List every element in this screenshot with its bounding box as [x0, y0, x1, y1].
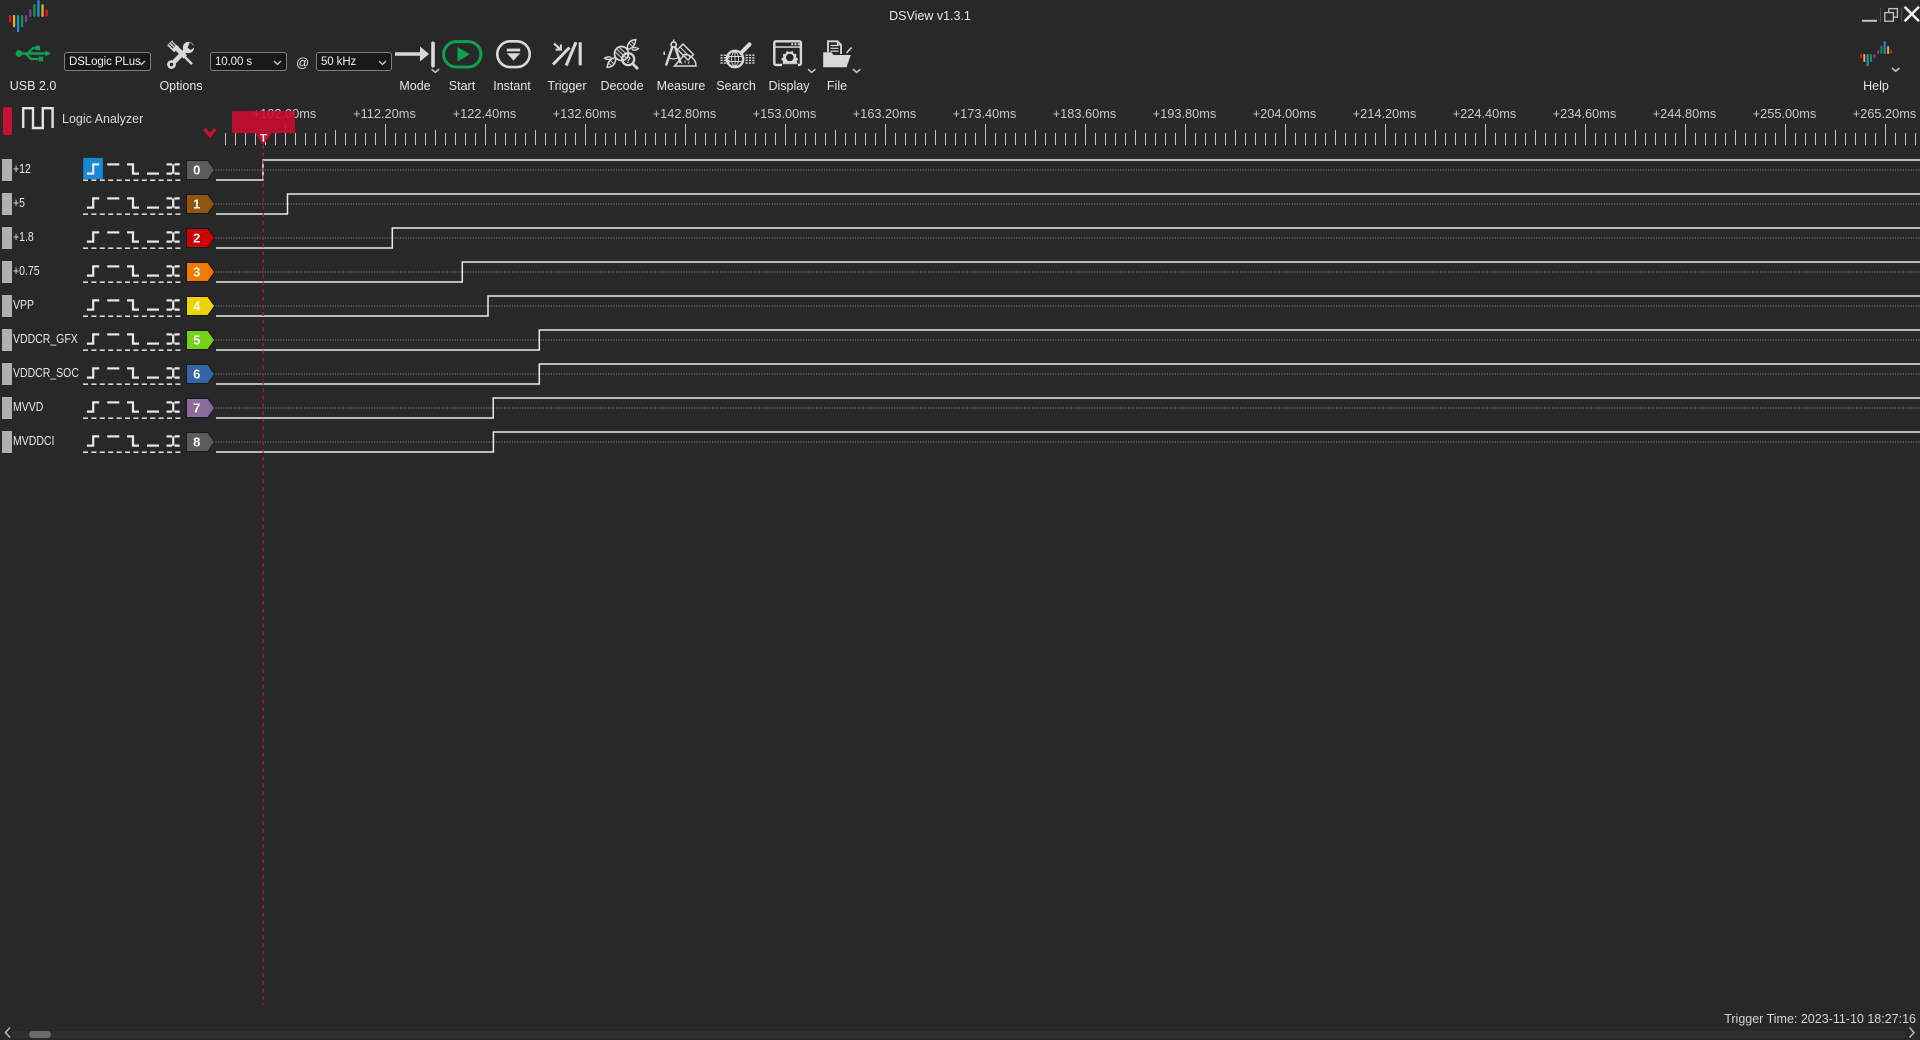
svg-text:T: T — [260, 132, 267, 144]
